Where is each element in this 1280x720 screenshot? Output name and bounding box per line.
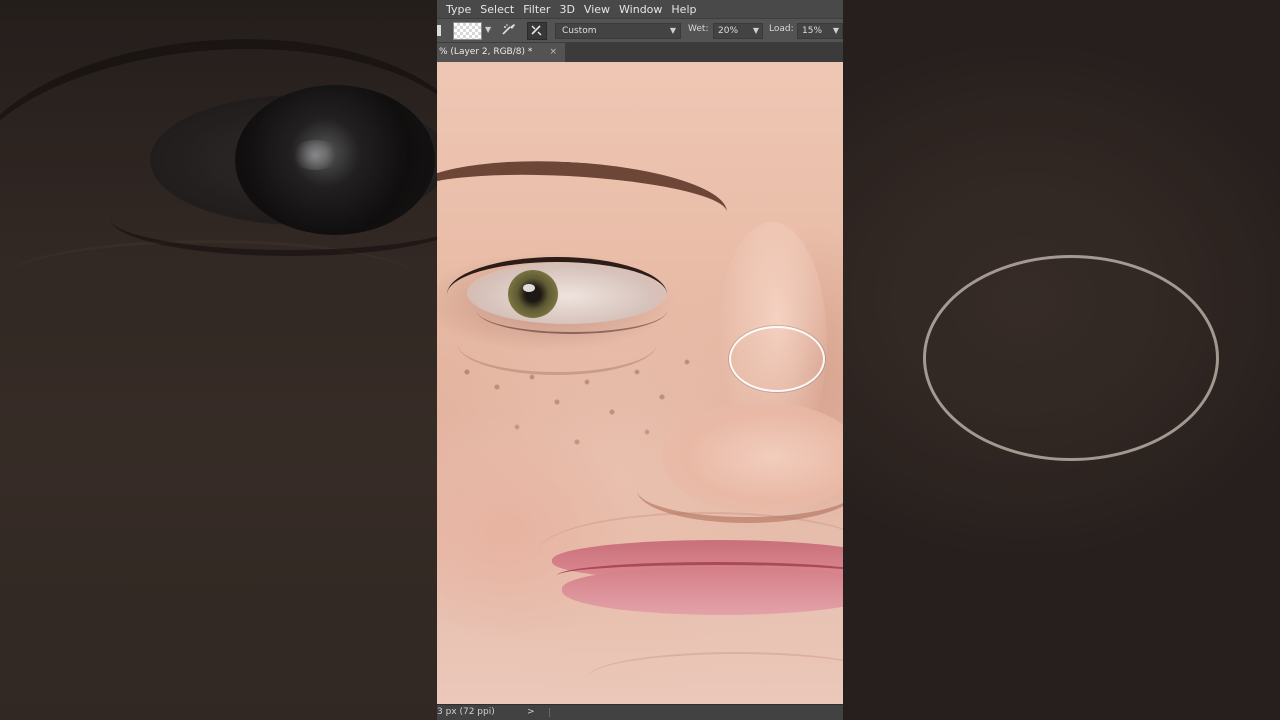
- brush-preset-value: Custom: [562, 26, 597, 36]
- menu-select[interactable]: Select: [480, 3, 514, 16]
- menu-type[interactable]: Type: [446, 3, 471, 16]
- chevron-down-icon: ▼: [752, 26, 759, 35]
- load-label: Load:: [769, 24, 794, 34]
- brush-swatch-icon[interactable]: [453, 22, 482, 40]
- status-bar: 3 px (72 ppi) >: [437, 704, 843, 720]
- clean-brush-icon[interactable]: [499, 22, 519, 40]
- backdrop-left: [0, 0, 437, 720]
- brush-preset-select[interactable]: Custom ▼: [555, 23, 681, 39]
- brush-cursor: [729, 326, 825, 392]
- photoshop-window: Type Select Filter 3D View Window Help ▼: [437, 0, 843, 720]
- document-tab[interactable]: % (Layer 2, RGB/8) * ×: [437, 43, 565, 62]
- menu-filter[interactable]: Filter: [523, 3, 550, 16]
- chevron-down-icon: ▼: [669, 26, 676, 35]
- chevron-right-icon[interactable]: >: [527, 705, 535, 720]
- backdrop-right: [843, 0, 1280, 720]
- menu-view[interactable]: View: [584, 3, 610, 16]
- screenshot-root: Type Select Filter 3D View Window Help ▼: [0, 0, 1280, 720]
- document-tab-strip: % (Layer 2, RGB/8) * ×: [437, 43, 843, 62]
- mix-brush-icon[interactable]: [527, 22, 547, 40]
- backdrop-left-shade: [0, 0, 437, 720]
- menu-help[interactable]: Help: [671, 3, 696, 16]
- menu-bar: Type Select Filter 3D View Window Help: [437, 0, 843, 18]
- wet-label: Wet:: [688, 24, 709, 34]
- document-info: 3 px (72 ppi): [437, 707, 495, 717]
- chevron-down-icon[interactable]: ▼: [485, 25, 491, 34]
- options-bar: ▼ Custom ▼ Wet: 20% ▼ Load: 15% ▼: [437, 18, 843, 43]
- tool-preset-edge-icon[interactable]: [437, 25, 441, 36]
- load-field[interactable]: 15% ▼: [797, 23, 843, 39]
- eyebrow: [437, 153, 729, 255]
- document-tab-title: % (Layer 2, RGB/8) *: [439, 47, 533, 57]
- status-divider: [549, 708, 550, 717]
- close-icon[interactable]: ×: [549, 43, 557, 61]
- menu-3d[interactable]: 3D: [559, 3, 574, 16]
- wet-value: 20%: [718, 26, 739, 36]
- chin-crease: [587, 652, 843, 704]
- mix-brush-glyph: [531, 25, 542, 36]
- document-canvas[interactable]: [437, 62, 843, 704]
- backdrop-brush-cursor: [923, 255, 1219, 461]
- clean-brush-glyph: [502, 24, 515, 35]
- load-value: 15%: [802, 26, 823, 36]
- wet-field[interactable]: 20% ▼: [713, 23, 763, 39]
- chevron-down-icon: ▼: [832, 26, 839, 35]
- menu-window[interactable]: Window: [619, 3, 662, 16]
